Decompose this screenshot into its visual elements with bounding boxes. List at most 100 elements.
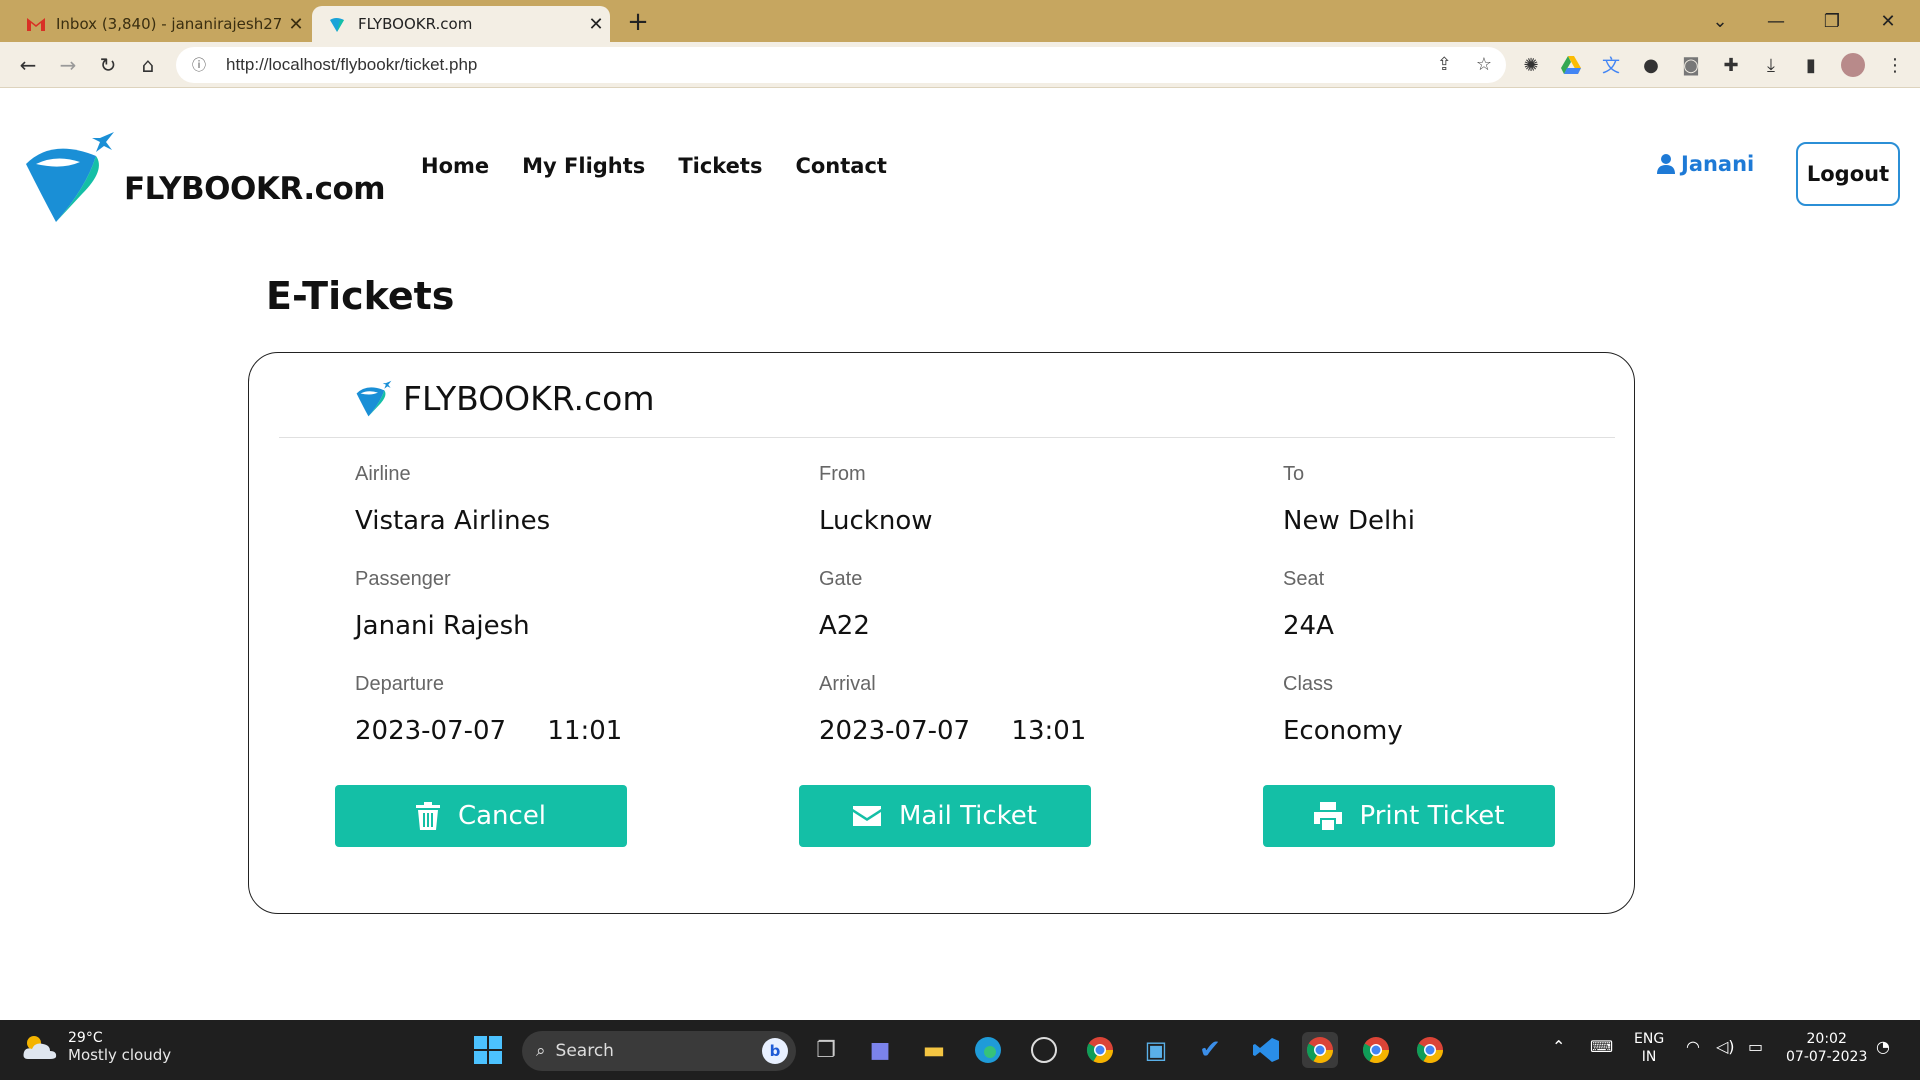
new-tab-button[interactable]: + bbox=[622, 6, 654, 38]
user-name: Janani bbox=[1681, 152, 1755, 176]
nav-my-flights[interactable]: My Flights bbox=[522, 154, 645, 178]
mail-ticket-button[interactable]: Mail Ticket bbox=[799, 785, 1091, 847]
vscode-icon[interactable] bbox=[1248, 1032, 1284, 1068]
field-value: 2023-07-07 11:01 bbox=[355, 716, 623, 746]
lang-top: ENG bbox=[1634, 1031, 1665, 1047]
field-value: 2023-07-07 13:01 bbox=[819, 716, 1087, 746]
mail-ticket-label: Mail Ticket bbox=[899, 801, 1037, 831]
trash-icon bbox=[415, 802, 440, 830]
chrome-profile-2-icon[interactable] bbox=[1358, 1032, 1394, 1068]
camera-icon[interactable]: ◙ bbox=[1676, 50, 1706, 80]
field-value: Lucknow bbox=[819, 506, 933, 536]
field-label: Departure bbox=[355, 673, 444, 695]
field-value: 24A bbox=[1283, 611, 1334, 641]
user-profile-link[interactable]: Janani bbox=[1657, 152, 1754, 176]
tab-search-chevron-icon[interactable]: ⌄ bbox=[1692, 0, 1748, 42]
field-label: Seat bbox=[1283, 568, 1325, 590]
volume-icon[interactable]: ◁) bbox=[1716, 1038, 1735, 1056]
forward-arrow-icon[interactable]: → bbox=[52, 49, 84, 81]
github-icon[interactable]: ● bbox=[1636, 50, 1666, 80]
profile-avatar[interactable] bbox=[1838, 50, 1868, 80]
printer-icon bbox=[1313, 802, 1342, 830]
task-view-icon[interactable]: ❐ bbox=[808, 1032, 844, 1068]
close-icon[interactable]: ✕ bbox=[582, 14, 610, 35]
brand-name: FLYBOOKR.com bbox=[124, 171, 386, 207]
ticket-brand-name: FLYBOOKR.com bbox=[403, 379, 655, 418]
info-icon[interactable]: ⓘ bbox=[192, 55, 214, 75]
browser-toolbar: ← → ↻ ⌂ ⓘ http://localhost/flybookr/tick… bbox=[0, 42, 1920, 88]
field-class: Class Economy bbox=[1283, 673, 1703, 746]
lang-bottom: IN bbox=[1641, 1049, 1657, 1065]
teams-chat-icon[interactable]: ■ bbox=[862, 1032, 898, 1068]
edge-icon[interactable] bbox=[970, 1032, 1006, 1068]
side-panel-icon[interactable]: ▮ bbox=[1796, 50, 1826, 80]
close-window-button[interactable]: ✕ bbox=[1860, 0, 1916, 42]
extensions-puzzle-icon[interactable]: ✚ bbox=[1716, 50, 1746, 80]
bookmark-star-icon[interactable]: ☆ bbox=[1476, 54, 1492, 75]
keyboard-icon[interactable]: ⌨ bbox=[1590, 1038, 1613, 1056]
share-icon[interactable]: ⇪ bbox=[1437, 54, 1452, 75]
print-ticket-button[interactable]: Print Ticket bbox=[1263, 785, 1555, 847]
field-label: Airline bbox=[355, 463, 411, 485]
windows-start-icon[interactable] bbox=[470, 1032, 506, 1068]
field-departure: Departure 2023-07-07 11:01 bbox=[355, 673, 775, 746]
cancel-label: Cancel bbox=[457, 801, 547, 831]
search-icon: ⌕ bbox=[536, 1041, 546, 1061]
flybookr-favicon-icon bbox=[328, 14, 348, 34]
clock-date: 07-07-2023 bbox=[1786, 1049, 1868, 1065]
battery-icon[interactable]: ▭ bbox=[1748, 1038, 1763, 1056]
field-gate: Gate A22 bbox=[819, 568, 1239, 641]
wifi-icon[interactable]: ◠ bbox=[1686, 1038, 1700, 1056]
minimize-button[interactable]: — bbox=[1748, 0, 1804, 42]
restore-button[interactable]: ❐ bbox=[1804, 0, 1860, 42]
language-indicator[interactable]: ENG IN bbox=[1634, 1030, 1664, 1066]
clock[interactable]: 20:02 07-07-2023 bbox=[1786, 1030, 1867, 1066]
chrome-profile-3-icon[interactable] bbox=[1412, 1032, 1448, 1068]
extension-bug-icon[interactable]: ✺ bbox=[1516, 50, 1546, 80]
main-nav: Home My Flights Tickets Contact bbox=[421, 154, 887, 178]
close-icon[interactable]: ✕ bbox=[282, 14, 310, 35]
user-icon bbox=[1657, 154, 1675, 174]
field-value: A22 bbox=[819, 611, 870, 641]
menu-kebab-icon[interactable]: ⋮ bbox=[1880, 50, 1910, 80]
clock-time: 20:02 bbox=[1806, 1031, 1847, 1047]
download-icon[interactable]: ⤓ bbox=[1756, 50, 1786, 80]
nav-contact[interactable]: Contact bbox=[795, 154, 887, 178]
home-icon[interactable]: ⌂ bbox=[132, 49, 164, 81]
tab-gmail[interactable]: Inbox (3,840) - jananirajesh2702@ ✕ bbox=[10, 6, 310, 42]
field-label: To bbox=[1283, 463, 1305, 485]
site-logo[interactable]: FLYBOOKR.com bbox=[22, 130, 386, 226]
back-arrow-icon[interactable]: ← bbox=[12, 49, 44, 81]
translate-icon[interactable]: 文 bbox=[1596, 50, 1626, 80]
field-label: Class bbox=[1283, 673, 1334, 695]
reload-icon[interactable]: ↻ bbox=[92, 49, 124, 81]
nav-home[interactable]: Home bbox=[421, 154, 489, 178]
search-placeholder: Search bbox=[555, 1041, 614, 1061]
google-drive-icon[interactable] bbox=[1556, 50, 1586, 80]
remote-desktop-icon[interactable]: ▣ bbox=[1138, 1032, 1174, 1068]
print-ticket-label: Print Ticket bbox=[1359, 801, 1505, 831]
notification-icon[interactable]: ◔ bbox=[1876, 1038, 1890, 1056]
field-from: From Lucknow bbox=[819, 463, 1239, 536]
chrome-profile-1-icon[interactable] bbox=[1302, 1032, 1338, 1068]
field-label: From bbox=[819, 463, 866, 485]
field-arrival: Arrival 2023-07-07 13:01 bbox=[819, 673, 1239, 746]
ticket-brand: FLYBOOKR.com bbox=[355, 379, 655, 418]
taskbar-search[interactable]: ⌕ Search b bbox=[522, 1031, 796, 1071]
logout-button[interactable]: Logout bbox=[1796, 142, 1900, 206]
field-label: Passenger bbox=[355, 568, 451, 590]
todo-check-icon[interactable]: ✔ bbox=[1192, 1032, 1228, 1068]
field-value: Economy bbox=[1283, 716, 1403, 746]
bing-icon[interactable]: b bbox=[762, 1038, 788, 1064]
tab-flybookr[interactable]: FLYBOOKR.com ✕ bbox=[312, 6, 610, 42]
dell-icon[interactable] bbox=[1026, 1032, 1062, 1068]
chevron-up-icon[interactable]: ⌃ bbox=[1552, 1038, 1565, 1056]
weather-widget[interactable]: 29°C Mostly cloudy bbox=[22, 1030, 171, 1064]
cancel-button[interactable]: Cancel bbox=[335, 785, 627, 847]
field-seat: Seat 24A bbox=[1283, 568, 1703, 641]
nav-tickets[interactable]: Tickets bbox=[678, 154, 762, 178]
address-bar[interactable]: ⓘ http://localhost/flybookr/ticket.php ⇪… bbox=[176, 47, 1506, 83]
field-label: Arrival bbox=[819, 673, 876, 695]
chrome-icon[interactable] bbox=[1082, 1032, 1118, 1068]
file-explorer-icon[interactable]: ▬ bbox=[916, 1032, 952, 1068]
